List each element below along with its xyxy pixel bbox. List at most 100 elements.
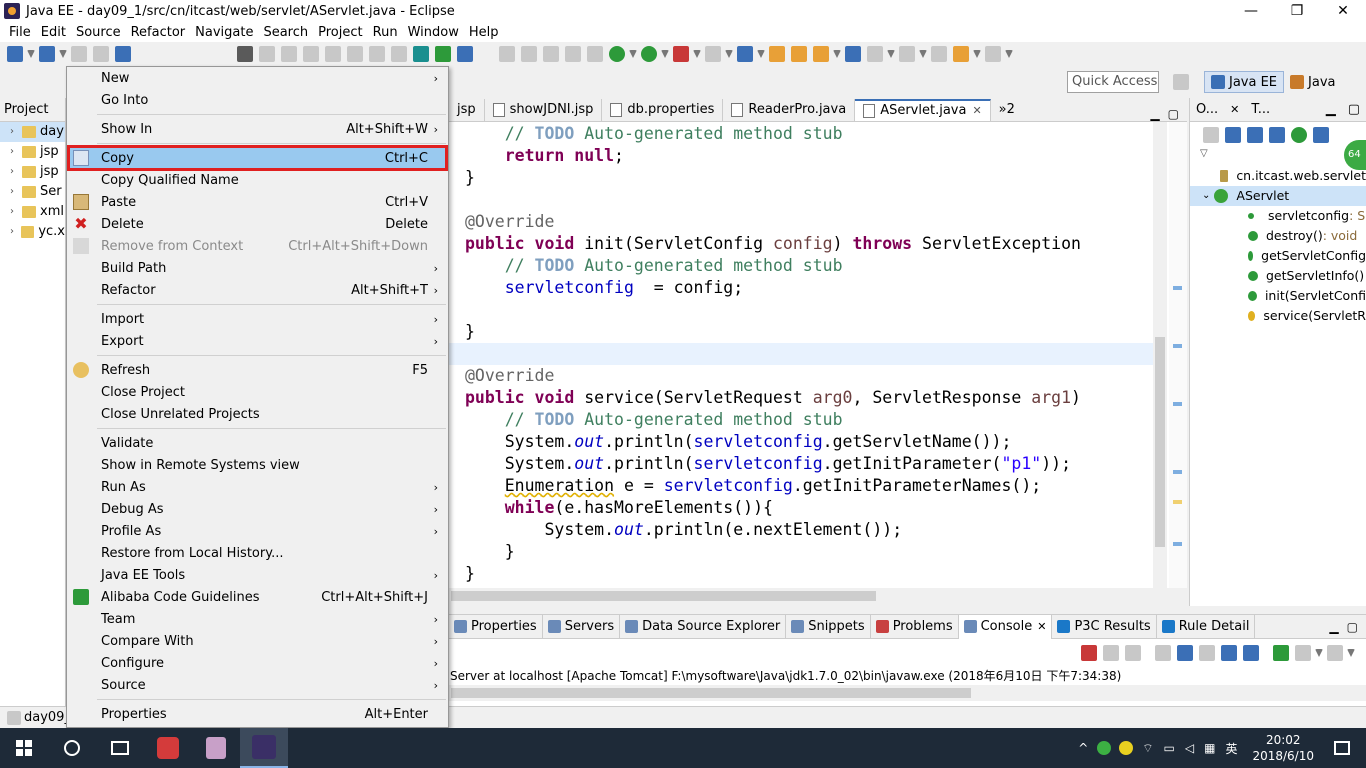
remove-launch-icon[interactable]	[1103, 645, 1119, 661]
menu-item-close-project[interactable]: Close Project	[69, 381, 446, 403]
external-tools-icon[interactable]	[705, 46, 721, 62]
chevron-right-icon[interactable]: ›	[10, 222, 17, 242]
tab-data-source-explorer[interactable]: Data Source Explorer	[620, 614, 787, 639]
hide-local-types-icon[interactable]	[1313, 127, 1329, 143]
menu-item-configure[interactable]: Configure ›	[69, 652, 446, 674]
step-into-icon[interactable]	[347, 46, 363, 62]
step-over-icon[interactable]	[369, 46, 385, 62]
run-icon[interactable]	[641, 46, 657, 62]
menu-item-show-in-remote-systems[interactable]: Show in Remote Systems view	[69, 454, 446, 476]
menu-navigate[interactable]: Navigate	[190, 25, 258, 40]
dropdown-icon[interactable]	[833, 50, 841, 58]
scroll-thumb[interactable]	[451, 591, 876, 601]
outline-item-class[interactable]: ⌄ AServlet	[1190, 186, 1366, 206]
save-all-icon[interactable]	[93, 46, 109, 62]
dropdown-icon[interactable]	[693, 50, 701, 58]
ruler-mark[interactable]	[1173, 542, 1182, 546]
debug-icon[interactable]	[609, 46, 625, 62]
minimize-button[interactable]: —	[1228, 0, 1274, 22]
dropdown-icon[interactable]	[27, 50, 35, 58]
menu-item-compare-with[interactable]: Compare With ›	[69, 630, 446, 652]
sort-icon[interactable]	[1225, 127, 1241, 143]
tab-readerpro[interactable]: ReaderPro.java	[723, 99, 856, 121]
menu-item-paste[interactable]: Paste Ctrl+V	[69, 191, 446, 213]
globe-icon[interactable]	[845, 46, 861, 62]
dropdown-icon[interactable]	[1005, 50, 1013, 58]
chevron-up-icon[interactable]: ^	[1073, 741, 1093, 755]
menu-item-show-in[interactable]: Show In Alt+Shift+W ›	[69, 118, 446, 140]
editor-horizontal-scrollbar[interactable]	[449, 588, 1187, 604]
word-wrap-icon[interactable]	[1199, 645, 1215, 661]
dropdown-icon[interactable]	[725, 50, 733, 58]
new-server-icon[interactable]	[39, 46, 55, 62]
menu-item-profile-as[interactable]: Profile As ›	[69, 520, 446, 542]
tree-item[interactable]: › day	[0, 122, 65, 142]
cortana-button[interactable]	[48, 728, 96, 768]
outline-item-method[interactable]: destroy() : void	[1190, 226, 1366, 246]
menu-refactor[interactable]: Refactor	[126, 25, 191, 40]
open-type-icon[interactable]	[769, 46, 785, 62]
code-editor[interactable]: // TODO Auto-generated method stub retur…	[449, 122, 1187, 588]
open-resource-icon[interactable]	[791, 46, 807, 62]
chevron-down-icon[interactable]: ▽	[1190, 148, 1366, 166]
stop-icon[interactable]	[303, 46, 319, 62]
tab-db-properties[interactable]: db.properties	[602, 99, 724, 121]
prev-annotation-icon[interactable]	[899, 46, 915, 62]
menu-item-refresh[interactable]: Refresh F5	[69, 359, 446, 381]
tab-servers[interactable]: Servers	[543, 614, 621, 639]
editor-vertical-scrollbar[interactable]	[1153, 122, 1167, 588]
tab-jsp[interactable]: jsp	[449, 99, 485, 121]
menu-item-copy[interactable]: Copy Ctrl+C	[67, 145, 448, 171]
hide-fields-icon[interactable]	[1247, 127, 1263, 143]
menu-edit[interactable]: Edit	[36, 25, 71, 40]
taskbar-eclipse[interactable]	[240, 728, 288, 768]
minimize-view-icon[interactable]: ▁	[1320, 102, 1342, 117]
menu-source[interactable]: Source	[71, 25, 126, 40]
console-horizontal-scrollbar[interactable]	[449, 685, 1366, 701]
terminate-icon[interactable]	[1081, 645, 1097, 661]
pause-icon[interactable]	[281, 46, 297, 62]
maximize-view-icon[interactable]: ▢	[1342, 102, 1366, 117]
hide-non-public-icon[interactable]	[1291, 127, 1307, 143]
menu-item-source[interactable]: Source ›	[69, 674, 446, 696]
volume-icon[interactable]: ◁	[1180, 741, 1199, 755]
taskbar-app[interactable]	[144, 728, 192, 768]
outline-item-package[interactable]: cn.itcast.web.servlet	[1190, 166, 1366, 186]
suspend-icon[interactable]	[259, 46, 275, 62]
menu-item-properties[interactable]: Properties Alt+Enter	[69, 703, 446, 725]
show-on-stderr-icon[interactable]	[1243, 645, 1259, 661]
hide-static-icon[interactable]	[1269, 127, 1285, 143]
next-annotation-icon[interactable]	[867, 46, 883, 62]
font-icon[interactable]	[457, 46, 473, 62]
tree-item[interactable]: › jsp	[0, 162, 65, 182]
dropdown-icon[interactable]	[757, 50, 765, 58]
scroll-thumb[interactable]	[451, 688, 971, 698]
menu-help[interactable]: Help	[464, 25, 504, 40]
perspective-java[interactable]: Java	[1284, 71, 1341, 93]
keyboard-icon[interactable]: ▦	[1199, 741, 1220, 755]
tool-icon[interactable]	[587, 46, 603, 62]
task-view-button[interactable]	[96, 728, 144, 768]
ime-indicator[interactable]: 英	[1220, 740, 1242, 757]
minimize-view-icon[interactable]: ▁	[1150, 107, 1159, 121]
overview-ruler[interactable]	[1169, 122, 1187, 588]
ruler-mark[interactable]	[1173, 470, 1182, 474]
chevron-right-icon[interactable]: ›	[10, 142, 18, 162]
disconnect-icon[interactable]	[325, 46, 341, 62]
menu-item-go-into[interactable]: Go Into	[69, 89, 446, 111]
ruler-mark[interactable]	[1173, 286, 1182, 290]
terminal-icon[interactable]	[115, 46, 131, 62]
more-tabs-button[interactable]: »2	[991, 99, 1023, 121]
outline-item-method[interactable]: getServletInfo()	[1190, 266, 1366, 286]
dropdown-icon[interactable]	[887, 50, 895, 58]
menu-item-delete[interactable]: ✖ Delete Delete	[69, 213, 446, 235]
menu-run[interactable]: Run	[368, 25, 403, 40]
menu-item-new[interactable]: New ›	[69, 67, 446, 89]
back-icon[interactable]	[953, 46, 969, 62]
tab-problems[interactable]: Problems	[871, 614, 959, 639]
tool-icon[interactable]	[543, 46, 559, 62]
close-button[interactable]: ✕	[1320, 0, 1366, 22]
menu-item-java-ee-tools[interactable]: Java EE Tools ›	[69, 564, 446, 586]
tab-console[interactable]: Console ✕	[958, 614, 1053, 639]
tab-rule-detail[interactable]: Rule Detail	[1157, 614, 1256, 639]
